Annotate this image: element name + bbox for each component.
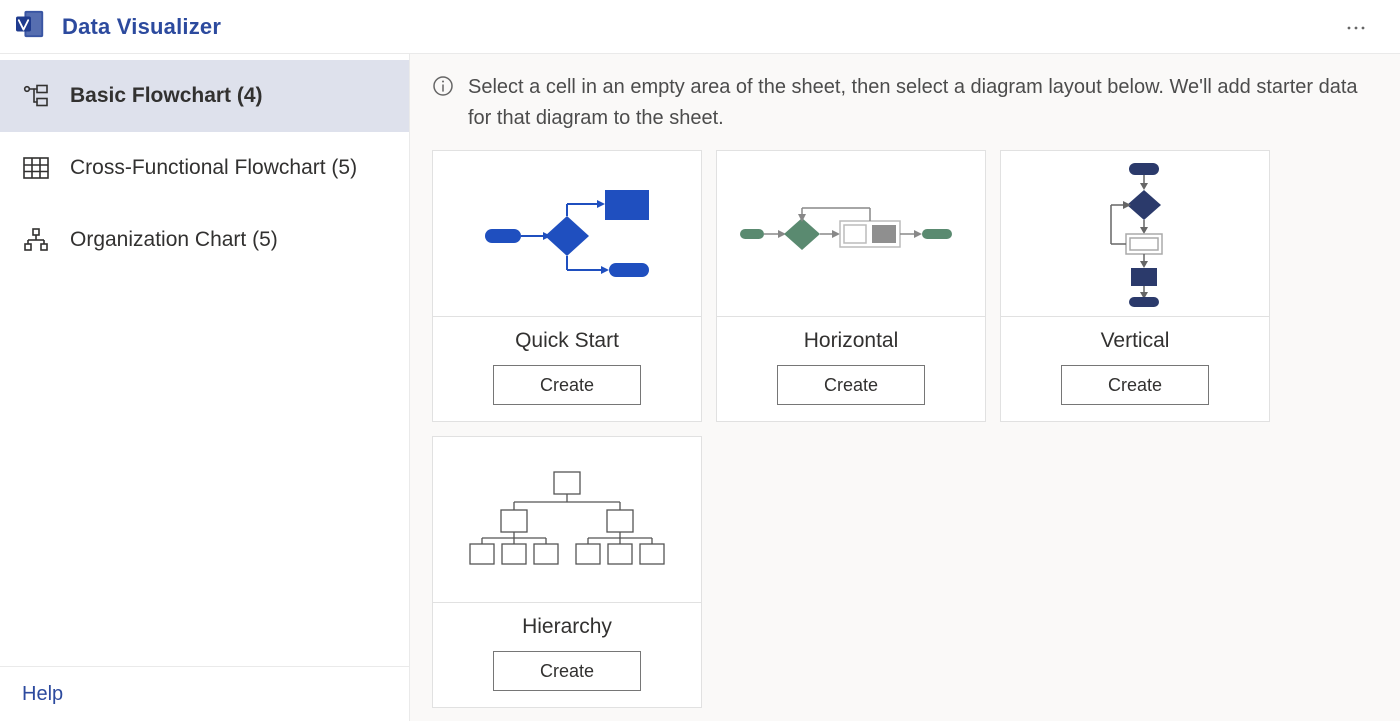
visio-icon	[16, 9, 46, 44]
template-grid: Quick Start Create	[432, 150, 1390, 708]
sidebar-item-organization-chart[interactable]: Organization Chart (5)	[0, 204, 409, 276]
app-title: Data Visualizer	[62, 14, 221, 40]
help-link[interactable]: Help	[22, 683, 63, 706]
template-card-body: Hierarchy Create	[433, 602, 701, 707]
template-preview	[1001, 151, 1269, 316]
org-chart-icon	[22, 228, 50, 252]
create-button[interactable]: Create	[493, 365, 641, 405]
template-card-body: Quick Start Create	[433, 316, 701, 421]
template-title: Horizontal	[804, 329, 899, 353]
sidebar-item-label: Organization Chart (5)	[70, 228, 278, 252]
sidebar-item-basic-flowchart[interactable]: Basic Flowchart (4)	[0, 60, 409, 132]
template-title: Quick Start	[515, 329, 619, 353]
main-area: Basic Flowchart (4) Cross-Functional Flo…	[0, 54, 1400, 721]
ellipsis-icon	[1346, 18, 1366, 36]
sidebar-item-cross-functional-flowchart[interactable]: Cross-Functional Flowchart (5)	[0, 132, 409, 204]
template-title: Hierarchy	[522, 615, 612, 639]
help-section: Help	[0, 666, 409, 721]
template-preview	[433, 437, 701, 602]
content-area: Select a cell in an empty area of the sh…	[410, 54, 1400, 721]
flowchart-icon	[22, 84, 50, 108]
sidebar-item-label: Cross-Functional Flowchart (5)	[70, 156, 357, 180]
template-card-horizontal: Horizontal Create	[716, 150, 986, 422]
swimlane-icon	[22, 157, 50, 179]
template-title: Vertical	[1101, 329, 1170, 353]
template-card-vertical: Vertical Create	[1000, 150, 1270, 422]
template-card-hierarchy: Hierarchy Create	[432, 436, 702, 708]
create-button[interactable]: Create	[493, 651, 641, 691]
app-header: Data Visualizer	[0, 0, 1400, 54]
template-card-body: Vertical Create	[1001, 316, 1269, 421]
more-options-button[interactable]	[1336, 12, 1376, 42]
template-card-body: Horizontal Create	[717, 316, 985, 421]
info-icon	[432, 75, 454, 107]
create-button[interactable]: Create	[1061, 365, 1209, 405]
header-left: Data Visualizer	[16, 9, 221, 44]
create-button[interactable]: Create	[777, 365, 925, 405]
instruction-banner: Select a cell in an empty area of the sh…	[432, 72, 1390, 134]
template-preview	[433, 151, 701, 316]
template-card-quick-start: Quick Start Create	[432, 150, 702, 422]
template-preview	[717, 151, 985, 316]
sidebar-item-label: Basic Flowchart (4)	[70, 84, 263, 108]
instruction-text: Select a cell in an empty area of the sh…	[468, 72, 1386, 134]
sidebar-nav: Basic Flowchart (4) Cross-Functional Flo…	[0, 54, 409, 276]
sidebar: Basic Flowchart (4) Cross-Functional Flo…	[0, 54, 410, 721]
